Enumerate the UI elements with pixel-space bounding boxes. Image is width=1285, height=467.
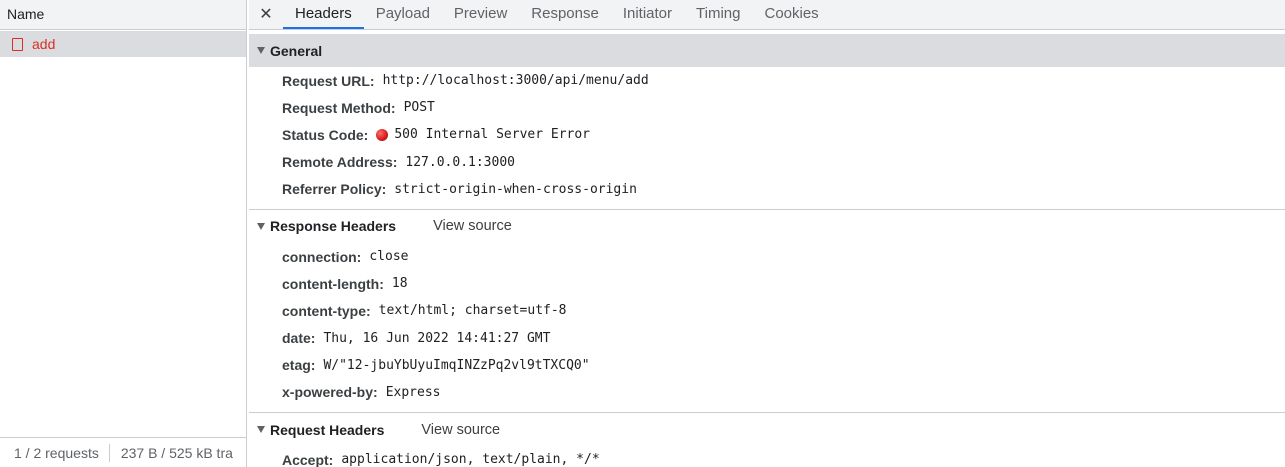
tab-timing[interactable]: Timing: [684, 0, 752, 29]
header-value: http://localhost:3000/api/menu/add: [382, 73, 649, 89]
general-section-header[interactable]: General: [249, 34, 1285, 67]
document-icon: [12, 37, 23, 51]
response-headers-body: connection: close content-length: 18 con…: [249, 243, 1285, 406]
tab-payload[interactable]: Payload: [364, 0, 442, 29]
close-icon[interactable]: ✕: [249, 0, 283, 29]
header-row: content-type: text/html; charset=utf-8: [249, 297, 1285, 324]
header-value: 500 Internal Server Error: [394, 127, 591, 143]
header-key: Status Code:: [282, 126, 369, 143]
header-value: POST: [403, 100, 435, 116]
expand-triangle-icon: [257, 47, 265, 54]
transfer-size: 237 B / 525 kB tra: [120, 444, 233, 461]
header-value: Thu, 16 Jun 2022 14:41:27 GMT: [323, 330, 551, 346]
header-value: 127.0.0.1:3000: [405, 154, 515, 170]
general-section-body: Request URL: http://localhost:3000/api/m…: [249, 67, 1285, 203]
header-value: Express: [385, 384, 441, 400]
header-key: content-length:: [282, 275, 384, 292]
status-bar: 1 / 2 requests 237 B / 525 kB tra: [0, 437, 247, 467]
error-status-icon: [376, 128, 389, 141]
header-key: x-powered-by:: [282, 384, 378, 401]
expand-triangle-icon: [257, 426, 265, 434]
tab-initiator[interactable]: Initiator: [611, 0, 684, 29]
tab-headers[interactable]: Headers: [283, 0, 364, 29]
header-key: date:: [282, 330, 316, 347]
header-row: Remote Address: 127.0.0.1:3000: [249, 149, 1285, 176]
header-key: connection:: [282, 248, 362, 265]
request-headers-body: Accept: application/json, text/plain, */…: [249, 446, 1285, 467]
tab-cookies[interactable]: Cookies: [752, 0, 830, 29]
header-row: Accept: application/json, text/plain, */…: [249, 446, 1285, 467]
request-details-pane: ✕ Headers Payload Preview Response Initi…: [249, 0, 1285, 467]
header-row: Referrer Policy: strict-origin-when-cros…: [249, 176, 1285, 203]
request-list-pane: Name add 1 / 2 requests 237 B / 525 kB t…: [0, 0, 247, 467]
tab-response[interactable]: Response: [519, 0, 611, 29]
header-row: Request URL: http://localhost:3000/api/m…: [249, 67, 1285, 94]
tab-preview[interactable]: Preview: [442, 0, 519, 29]
header-key: Request Method:: [282, 99, 396, 116]
header-key: content-type:: [282, 302, 371, 319]
header-value: 18: [391, 276, 408, 292]
header-value: text/html; charset=utf-8: [378, 303, 567, 319]
header-key: Request URL:: [282, 72, 375, 89]
view-source-link[interactable]: View source: [421, 422, 500, 438]
name-column-header[interactable]: Name: [0, 0, 246, 30]
request-headers-section-header[interactable]: Request Headers View source: [249, 413, 1285, 446]
section-title: Response Headers: [270, 218, 397, 235]
section-title: Request Headers: [270, 421, 385, 438]
header-row: Status Code: 500 Internal Server Error: [249, 121, 1285, 148]
header-key: Referrer Policy:: [282, 181, 387, 198]
header-value: W/"12-jbuYbUyuImqINZzPq2vl9tTXCQ0": [323, 357, 590, 373]
request-name: add: [32, 36, 56, 52]
header-row: date: Thu, 16 Jun 2022 14:41:27 GMT: [249, 325, 1285, 352]
header-key: Remote Address:: [282, 154, 398, 171]
header-row: x-powered-by: Express: [249, 379, 1285, 406]
section-title: General: [270, 42, 323, 59]
header-value: strict-origin-when-cross-origin: [394, 181, 637, 197]
status-divider: [108, 443, 110, 462]
response-headers-section-header[interactable]: Response Headers View source: [249, 210, 1285, 243]
header-value: application/json, text/plain, */*: [341, 452, 600, 467]
header-row: connection: close: [249, 243, 1285, 270]
header-value: close: [369, 249, 409, 265]
header-row: etag: W/"12-jbuYbUyuImqINZzPq2vl9tTXCQ0": [249, 352, 1285, 379]
header-key: etag:: [282, 357, 316, 374]
header-key: Accept:: [282, 451, 334, 467]
request-row-add[interactable]: add: [0, 31, 246, 57]
detail-tabs: ✕ Headers Payload Preview Response Initi…: [249, 0, 1285, 30]
view-source-link[interactable]: View source: [433, 218, 512, 234]
expand-triangle-icon: [257, 222, 265, 230]
request-count: 1 / 2 requests: [14, 444, 99, 461]
header-row: Request Method: POST: [249, 94, 1285, 121]
header-row: content-length: 18: [249, 270, 1285, 297]
